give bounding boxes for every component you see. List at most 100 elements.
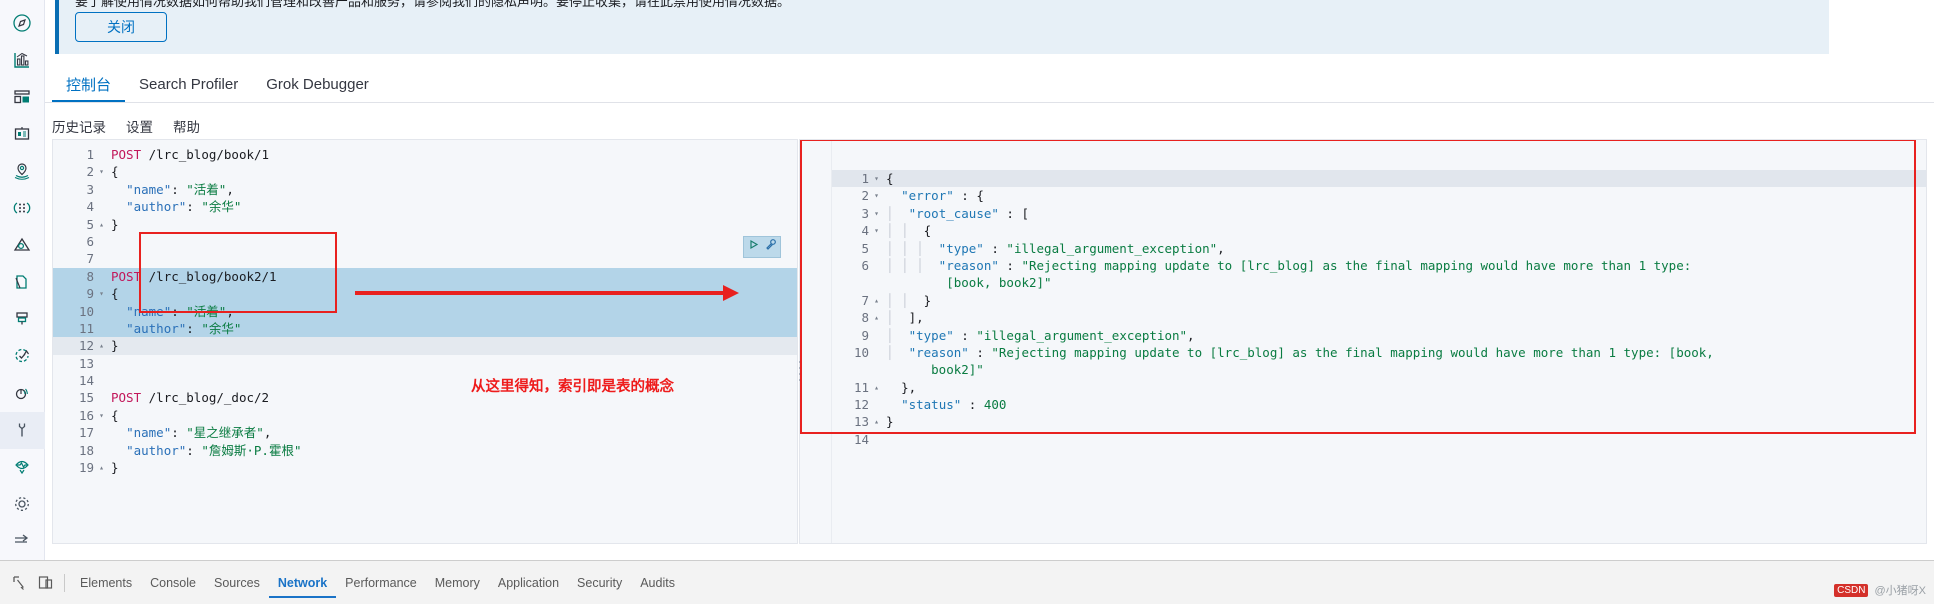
submenu-help[interactable]: 帮助 <box>173 116 200 136</box>
sidebar-item-canvas[interactable] <box>0 115 45 152</box>
devtab-memory[interactable]: Memory <box>426 568 489 598</box>
code-line[interactable]: 6 <box>53 233 797 250</box>
code-line[interactable]: book2]" <box>832 361 1926 378</box>
chrome-devtools-bar[interactable]: Elements Console Sources Network Perform… <box>0 560 1934 604</box>
sidebar-item-siem[interactable] <box>0 375 45 412</box>
code-line[interactable]: 5 │ │ │ "type" : "illegal_argument_except… <box>832 240 1926 257</box>
sidebar-item-dev-tools[interactable] <box>0 411 45 449</box>
request-code[interactable]: 1 POST /lrc_blog/book/1 2 ▾{3 "name": "活着",… <box>53 146 797 476</box>
code-line[interactable]: 14 <box>53 372 797 389</box>
line-number: 8 <box>861 310 869 326</box>
sidebar-item-infrastructure[interactable] <box>0 226 45 263</box>
code-line[interactable]: 3 ▾ │ "root_cause" : [ <box>832 205 1926 222</box>
fold-toggle-icon[interactable]: ▾ <box>97 285 106 302</box>
code-text: "author": "詹姆斯·P.霍根" <box>126 442 302 458</box>
sidebar-item-logs[interactable] <box>0 263 45 300</box>
code-line[interactable]: 12 ▴} <box>53 337 797 355</box>
devtab-console[interactable]: Console <box>141 568 205 598</box>
code-line[interactable]: 8 ▴ │ ], <box>832 309 1926 326</box>
line-number: 10 <box>853 344 869 360</box>
code-line[interactable]: 18 "author": "詹姆斯·P.霍根" <box>53 442 797 459</box>
code-line[interactable]: 10 │ "reason" : "Rejecting mapping update… <box>832 344 1926 361</box>
submenu-history[interactable]: 历史记录 <box>52 116 106 136</box>
devtab-performance[interactable]: Performance <box>336 568 426 598</box>
code-text: "name": "活着", <box>126 181 234 197</box>
code-line[interactable]: 1 ▾ { <box>832 170 1926 188</box>
code-line[interactable]: 15 POST /lrc_blog/_doc/2 <box>53 389 797 406</box>
code-line[interactable]: 2 ▾ "error" : { <box>832 187 1926 204</box>
inspect-element-icon[interactable] <box>6 570 32 596</box>
sidebar-item-dashboard[interactable] <box>0 78 45 115</box>
sidebar-item-machine-learning[interactable] <box>0 189 45 226</box>
fold-toggle-icon[interactable]: ▴ <box>872 292 881 309</box>
devtab-audits[interactable]: Audits <box>631 568 684 598</box>
sidebar-item-apm[interactable] <box>0 301 45 338</box>
code-line[interactable]: 14 <box>832 431 1926 448</box>
code-line[interactable]: 2 ▾ { <box>53 163 797 180</box>
fold-toggle-icon[interactable]: ▴ <box>97 337 106 354</box>
fold-toggle-icon[interactable]: ▾ <box>872 205 881 222</box>
sidebar-item-monitoring[interactable] <box>0 449 45 486</box>
fold-toggle-icon[interactable]: ▾ <box>872 170 881 187</box>
code-line[interactable]: 9 ▾ { <box>53 285 797 303</box>
tab-console[interactable]: 控制台 <box>52 66 125 102</box>
fold-toggle-icon[interactable]: ▾ <box>872 187 881 204</box>
code-line[interactable]: 6 │ │ │ "reason" : "Rejecting mapping upd… <box>832 257 1926 274</box>
devtab-sources[interactable]: Sources <box>205 568 269 598</box>
code-line[interactable]: 19 ▴} <box>53 459 797 476</box>
code-line[interactable]: 16 ▾ { <box>53 407 797 424</box>
fold-toggle-icon[interactable]: ▴ <box>97 216 106 233</box>
line-number: 1 <box>86 147 94 162</box>
fold-toggle-icon[interactable]: ▾ <box>97 407 106 424</box>
code-line[interactable]: 9 │ "type" : "illegal_argument_exception"… <box>832 327 1926 344</box>
code-text: } <box>111 460 119 476</box>
sidebar-item-management[interactable] <box>0 486 45 523</box>
fold-toggle-icon[interactable]: ▾ <box>97 163 106 180</box>
wrench-icon[interactable] <box>764 238 777 256</box>
sidebar-item-discover[interactable] <box>0 4 45 41</box>
submenu-settings[interactable]: 设置 <box>126 116 153 136</box>
code-line[interactable]: 13 <box>53 355 797 372</box>
fold-toggle-icon[interactable]: ▾ <box>872 222 881 239</box>
code-line[interactable]: 7 <box>53 250 797 267</box>
line-number: 12 <box>853 397 869 413</box>
devtab-elements[interactable]: Elements <box>71 568 141 598</box>
code-line[interactable]: 5 ▴} <box>53 216 797 233</box>
response-pane[interactable]: 1 ▾{2 ▾ "error" : {3 ▾ │ "root_cause" : [4 ▾ │… <box>800 139 1927 544</box>
sidebar-collapse-toggle[interactable] <box>0 523 45 560</box>
fold-toggle-icon[interactable]: ▴ <box>872 413 881 430</box>
devtab-application[interactable]: Application <box>489 568 568 598</box>
tab-search-profiler[interactable]: Search Profiler <box>125 66 252 102</box>
code-line[interactable]: 11 ▴ }, <box>832 379 1926 396</box>
devtab-security[interactable]: Security <box>568 568 631 598</box>
request-actions[interactable] <box>743 236 781 258</box>
fold-toggle-icon[interactable]: ▴ <box>872 379 881 396</box>
code-line[interactable]: 7 ▴ │ │ } <box>832 292 1926 309</box>
tab-grok-debugger[interactable]: Grok Debugger <box>252 66 383 102</box>
devtab-network[interactable]: Network <box>269 568 336 598</box>
code-line[interactable]: 11 "author": "余华" <box>53 319 797 338</box>
response-code[interactable]: 1 ▾{2 ▾ "error" : {3 ▾ │ "root_cause" : [4 ▾ │… <box>832 170 1926 448</box>
code-line[interactable]: 8 POST /lrc_blog/book2/1 <box>53 267 797 286</box>
console-submenu[interactable]: 历史记录 设置 帮助 <box>45 112 1934 140</box>
fold-toggle-icon[interactable]: ▴ <box>872 309 881 326</box>
code-line[interactable]: 4 ▾ │ │ { <box>832 222 1926 239</box>
sidebar-item-visualize[interactable] <box>0 41 45 78</box>
request-pane[interactable]: 1 POST /lrc_blog/book/1 2 ▾{3 "name": "活着",… <box>52 139 797 544</box>
kibana-side-nav[interactable] <box>0 0 45 560</box>
code-line[interactable]: 3 "name": "活着", <box>53 181 797 198</box>
dev-tools-tabs[interactable]: 控制台 Search Profiler Grok Debugger <box>45 66 1934 103</box>
code-line[interactable]: [book, book2]" <box>832 274 1926 291</box>
code-line[interactable]: 13 ▴} <box>832 413 1926 430</box>
code-line[interactable]: 17 "name": "星之继承者", <box>53 424 797 441</box>
sidebar-item-uptime[interactable] <box>0 338 45 375</box>
code-line[interactable]: 1 POST /lrc_blog/book/1 <box>53 146 797 163</box>
sidebar-item-maps[interactable] <box>0 152 45 189</box>
code-line[interactable]: 4 "author": "余华" <box>53 198 797 215</box>
toggle-device-toolbar-icon[interactable] <box>32 570 58 596</box>
code-line[interactable]: 10 "name": "活着", <box>53 302 797 320</box>
fold-toggle-icon[interactable]: ▴ <box>97 459 106 476</box>
play-triangle-icon[interactable] <box>747 238 760 256</box>
code-line[interactable]: 12 "status" : 400 <box>832 396 1926 413</box>
close-button[interactable]: 关闭 <box>75 12 167 42</box>
